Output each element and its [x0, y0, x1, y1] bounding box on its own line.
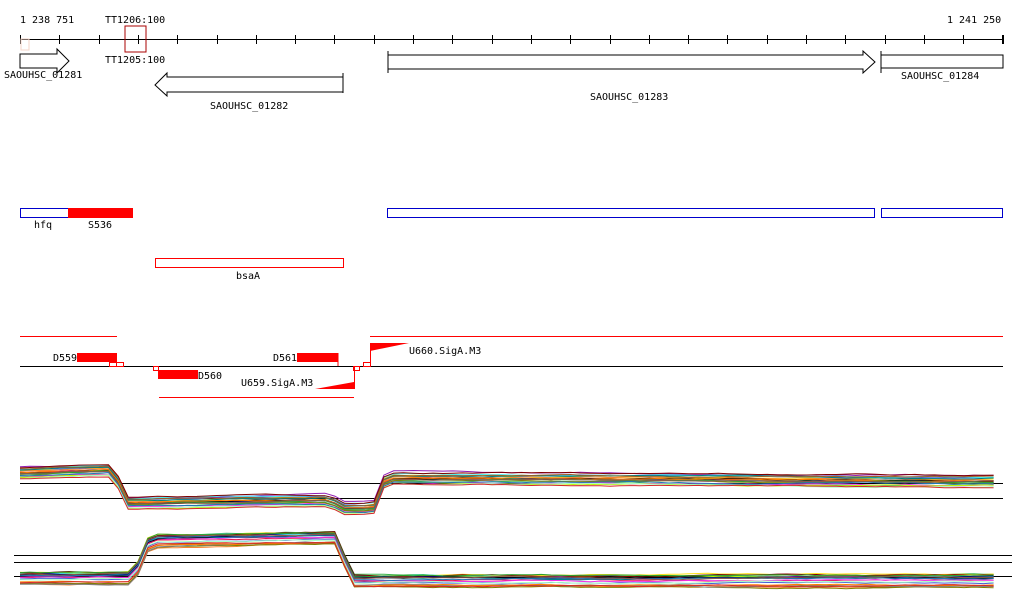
- feature-hfq[interactable]: [20, 208, 69, 218]
- feature-label-bsaA: bsaA: [236, 271, 260, 282]
- segment-u660[interactable]: [370, 343, 409, 351]
- terminator-bottom-label: TT1205:100: [105, 55, 165, 66]
- ruler-start-label: 1 238 751: [20, 15, 74, 26]
- gene-label-01282: SAOUHSC_01282: [210, 101, 288, 112]
- gene-arrow-01283[interactable]: [387, 49, 876, 75]
- feature-label-s536: S536: [88, 220, 112, 231]
- feature-01283[interactable]: [387, 208, 875, 218]
- coverage-track-1: [19, 464, 1003, 516]
- gene-label-01284: SAOUHSC_01284: [901, 71, 979, 82]
- coverage-line: [20, 534, 994, 581]
- segment-label-u659: U659.SigA.M3: [241, 378, 313, 389]
- coverage-line: [19, 533, 994, 581]
- segment-d559[interactable]: [77, 353, 117, 362]
- gene-box-01284[interactable]: [880, 54, 1004, 69]
- segment-label-d559: D559: [53, 353, 77, 364]
- segment-label-u660: U660.SigA.M3: [409, 346, 481, 357]
- terminator-top-label: TT1206:100: [105, 15, 165, 26]
- feature-s536[interactable]: [68, 208, 133, 218]
- genome-browser-view: 1 238 751 1 241 250 TT1206:100 TT1205:10…: [4, 15, 1012, 590]
- feature-bsaA[interactable]: [155, 258, 344, 268]
- segment-d560[interactable]: [158, 370, 198, 379]
- segment-u659[interactable]: [315, 382, 354, 389]
- feature-label-hfq: hfq: [34, 220, 52, 231]
- ruler-axis: [20, 35, 1004, 44]
- ruler-end-label: 1 241 250: [947, 15, 1001, 26]
- gene-arrow-01282[interactable]: [154, 71, 344, 98]
- segment-label-d561: D561: [273, 353, 297, 364]
- gene-label-01283: SAOUHSC_01283: [590, 92, 668, 103]
- segment-label-d560: D560: [198, 371, 222, 382]
- feature-01284[interactable]: [881, 208, 1003, 218]
- gene-label-01281: SAOUHSC_01281: [4, 70, 82, 81]
- coverage-track-2: [14, 531, 1012, 590]
- segment-d561[interactable]: [297, 353, 338, 362]
- ruler-marker: [20, 38, 30, 51]
